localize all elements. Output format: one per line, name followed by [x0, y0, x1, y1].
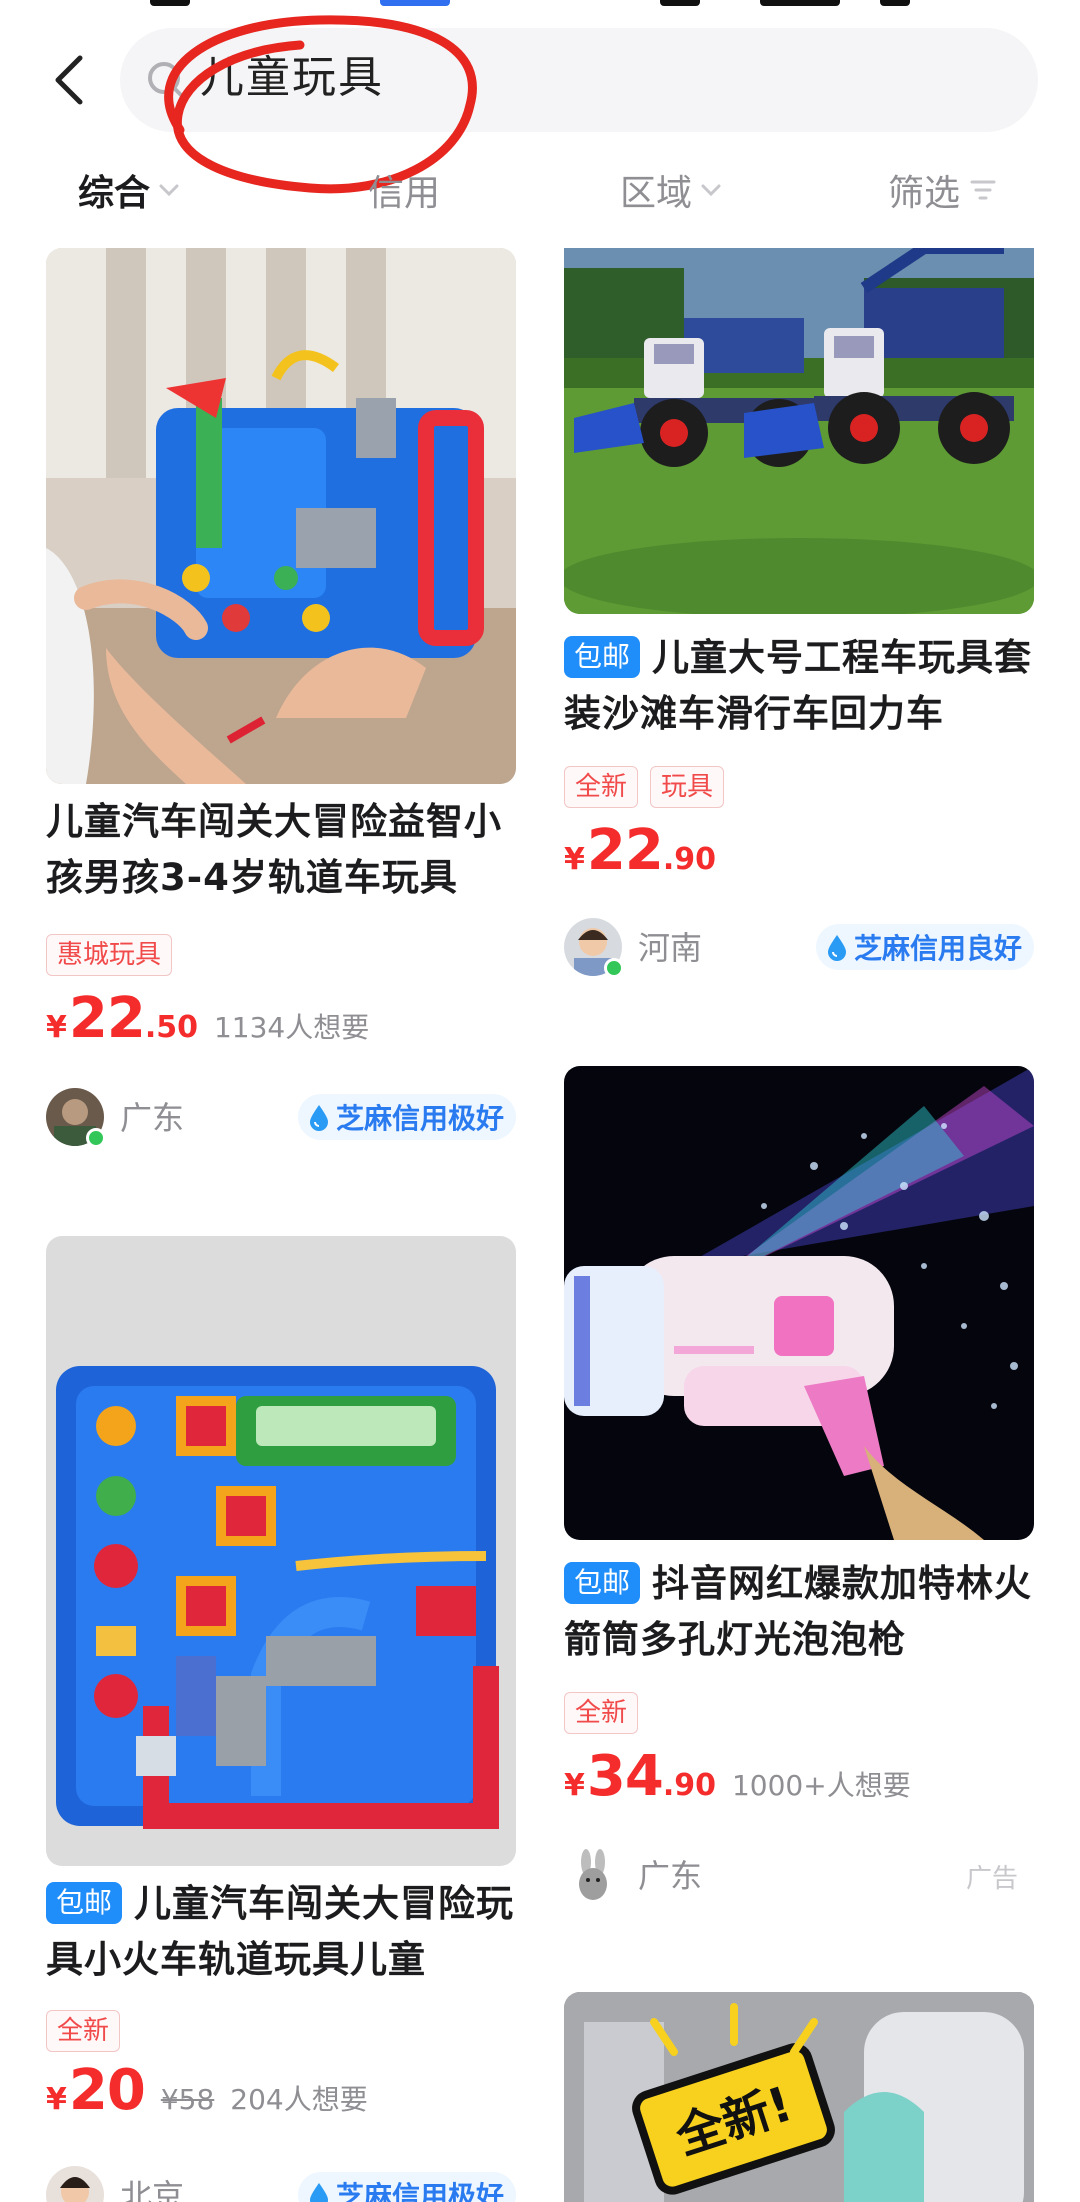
search-query-text: 儿童玩具: [200, 52, 384, 103]
product-card[interactable]: 儿童汽车闯关大冒险益智小孩男孩3-4岁轨道车玩具 惠城玩具 ¥ 22 .50 1…: [46, 248, 516, 1148]
credit-text: 芝麻信用良好: [853, 932, 1022, 965]
credit-badge: 芝麻信用良好: [815, 924, 1034, 970]
chevron-down-icon: [159, 184, 179, 197]
seller-row[interactable]: 广东 芝麻信用极好: [46, 1088, 516, 1148]
seller-region: 北京: [120, 2177, 185, 2202]
status-bar: [0, 0, 1080, 14]
price-integer: 22: [68, 986, 146, 1051]
back-button[interactable]: [44, 48, 96, 112]
price-integer: 20: [68, 2058, 146, 2123]
filter-tab-credit[interactable]: 信用: [368, 164, 440, 216]
product-card[interactable]: 包邮 抖音网红爆款加特林火箭筒多孔灯光泡泡枪 全新 ¥ 34 .90 1000+人…: [564, 1066, 1034, 1906]
price-decimal: .90: [662, 842, 716, 877]
product-photo: [564, 1066, 1034, 1540]
product-image[interactable]: [564, 248, 1034, 614]
filter-tab-comprehensive[interactable]: 综合: [78, 164, 180, 216]
price-currency: ¥: [46, 1010, 67, 1045]
product-title[interactable]: 包邮 抖音网红爆款加特林火箭筒多孔灯光泡泡枪: [564, 1556, 1034, 1668]
price-decimal: .90: [662, 1768, 716, 1803]
product-title[interactable]: 儿童汽车闯关大冒险益智小孩男孩3-4岁轨道车玩具: [46, 794, 516, 906]
water-drop-icon: [309, 1105, 328, 1131]
water-drop-icon: [827, 935, 846, 961]
price-row: ¥ 34 .90 1000+人想要: [564, 1744, 911, 1809]
price-row: ¥ 22 .90: [564, 818, 716, 883]
credit-text: 芝麻信用极好: [335, 1102, 504, 1135]
product-photo: 全新!: [564, 1992, 1034, 2202]
product-photo: [46, 248, 516, 784]
price-integer: 22: [586, 818, 664, 883]
filter-bar: 综合 信用 区域 筛选: [0, 150, 1080, 230]
filter-tab-filter[interactable]: 筛选: [888, 164, 998, 216]
ad-label: 广告: [965, 1864, 1018, 1894]
filter-tab-label: 区域: [620, 173, 693, 214]
product-image[interactable]: [46, 1236, 516, 1866]
category-tag: 玩具: [650, 766, 725, 808]
filter-tab-label: 筛选: [888, 173, 961, 214]
product-title[interactable]: 包邮 儿童汽车闯关大冒险玩具小火车轨道玩具儿童: [46, 1876, 516, 1988]
filter-icon: [970, 180, 996, 200]
online-status-dot: [604, 958, 624, 978]
search-input[interactable]: 儿童玩具: [120, 28, 1038, 132]
free-shipping-badge: 包邮: [564, 1562, 641, 1604]
avatar[interactable]: [46, 2166, 104, 2202]
product-card[interactable]: 全新!: [564, 1992, 1034, 2202]
wants-count: 1000+人想要: [731, 1769, 911, 1802]
seller-row[interactable]: 北京 芝麻信用极好: [46, 2166, 516, 2202]
free-shipping-badge: 包邮: [564, 636, 641, 678]
product-photo: [46, 1236, 516, 1866]
seller-region: 河南: [638, 929, 703, 967]
product-image[interactable]: [46, 248, 516, 784]
filter-tab-label: 综合: [78, 173, 151, 214]
product-card[interactable]: 包邮 儿童大号工程车玩具套装沙滩车滑行车回力车 全新 玩具 ¥ 22 .90 河南…: [564, 248, 1034, 978]
filter-tab-region[interactable]: 区域: [620, 164, 722, 216]
product-photo: [564, 248, 1034, 614]
price-decimal: .50: [144, 1010, 198, 1045]
wants-count: 1134人想要: [213, 1011, 370, 1044]
seller-row[interactable]: 河南 芝麻信用良好: [564, 918, 1034, 978]
price-integer: 34: [586, 1744, 664, 1809]
condition-tag: 全新: [564, 766, 639, 808]
product-title[interactable]: 包邮 儿童大号工程车玩具套装沙滩车滑行车回力车: [564, 630, 1034, 742]
condition-tag: 全新: [46, 2010, 121, 2052]
free-shipping-badge: 包邮: [46, 1882, 123, 1924]
app-root: 儿童玩具 综合 信用 区域 筛选 儿童汽车闯关大冒险益智小孩男孩3-4岁轨道车玩…: [0, 0, 1080, 2202]
tag-row: 惠城玩具: [46, 934, 184, 976]
price-currency: ¥: [564, 842, 585, 877]
rabbit-avatar-icon: [564, 1846, 622, 1904]
product-card[interactable]: 包邮 儿童汽车闯关大冒险玩具小火车轨道玩具儿童 全新 ¥ 20 ¥58 204人想…: [46, 1236, 516, 2202]
product-image[interactable]: [564, 1066, 1034, 1540]
chevron-down-icon: [701, 184, 721, 197]
search-icon: [148, 62, 186, 100]
seller-row[interactable]: 广东 广告: [564, 1846, 1034, 1906]
avatar-image: [46, 2166, 104, 2202]
price-row: ¥ 22 .50 1134人想要: [46, 986, 369, 1051]
tag-row: 全新: [564, 1692, 650, 1734]
product-image[interactable]: 全新!: [564, 1992, 1034, 2202]
seller-region: 广东: [638, 1857, 703, 1895]
online-status-dot: [86, 1128, 106, 1148]
condition-tag: 全新: [564, 1692, 639, 1734]
credit-badge: 芝麻信用极好: [297, 2172, 516, 2202]
original-price: ¥58: [160, 2083, 215, 2116]
avatar[interactable]: [564, 1846, 622, 1904]
price-currency: ¥: [46, 2082, 67, 2117]
seller-region: 广东: [120, 1099, 185, 1137]
water-drop-icon: [309, 2183, 328, 2202]
wants-count: 204人想要: [230, 2083, 368, 2116]
chevron-left-icon: [55, 55, 83, 105]
price-currency: ¥: [564, 1768, 585, 1803]
filter-tab-label: 信用: [368, 173, 441, 214]
tag-row: 全新 玩具: [564, 766, 736, 808]
credit-text: 芝麻信用极好: [335, 2180, 504, 2202]
tag-row: 全新: [46, 2010, 132, 2052]
price-row: ¥ 20 ¥58 204人想要: [46, 2058, 368, 2123]
shop-tag: 惠城玩具: [46, 934, 173, 976]
credit-badge: 芝麻信用极好: [297, 1094, 516, 1140]
